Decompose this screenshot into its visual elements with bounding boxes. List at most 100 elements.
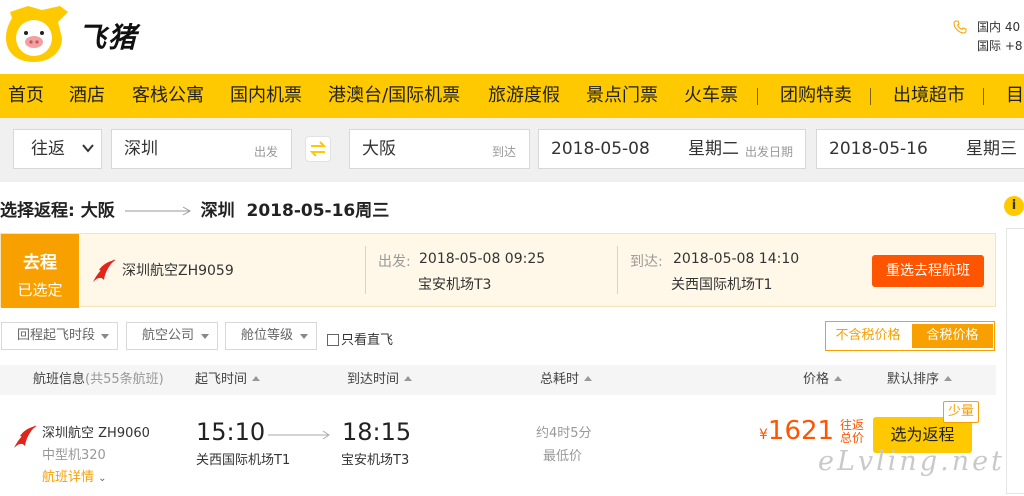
flight-depart-time: 15:10 bbox=[196, 418, 266, 446]
nav-item-home[interactable]: 首页 bbox=[8, 74, 44, 118]
divider bbox=[617, 246, 618, 294]
return-date-value: 2018-05-16 bbox=[829, 139, 928, 159]
nav-divider bbox=[757, 88, 758, 105]
nav-item-group-buy[interactable]: 团购特卖 bbox=[780, 74, 852, 118]
trip-type-select[interactable]: 往返 bbox=[13, 129, 102, 169]
selected-outbound-flight: 去程 已选定 深圳航空ZH9059 出发: 2018-05-08 09:25 宝… bbox=[0, 233, 996, 308]
depart-period-filter-label: 回程起飞时段 bbox=[17, 328, 96, 343]
from-city-hint: 出发 bbox=[254, 145, 279, 159]
flight-search-bar: 往返 深圳 出发 大阪 到达 2018-05-08 星期二 出发日期 2018-… bbox=[0, 118, 1024, 182]
tax-included-option[interactable]: 含税价格 bbox=[912, 324, 993, 348]
return-title-prefix: 选择返程: bbox=[0, 201, 75, 221]
swap-arrows-icon bbox=[309, 141, 327, 157]
col-duration-label: 总耗时 bbox=[540, 372, 580, 387]
cabin-filter-label: 舱位等级 bbox=[241, 328, 294, 343]
long-arrow-right-icon bbox=[268, 430, 330, 440]
to-city-value: 大阪 bbox=[362, 139, 396, 159]
col-default-sort-label: 默认排序 bbox=[887, 372, 940, 387]
col-flight-info-label: 航班信息 bbox=[33, 372, 86, 387]
sort-arrow-icon bbox=[834, 376, 843, 381]
flight-table-header: 航班信息(共55条航班) 起飞时间 到达时间 总耗时 价格 默认排序 bbox=[0, 365, 996, 395]
phone-icon bbox=[953, 20, 967, 34]
depart-weekday: 星期二 bbox=[688, 139, 739, 159]
col-depart-time-label: 起飞时间 bbox=[195, 372, 248, 387]
sort-arrow-icon bbox=[944, 376, 953, 381]
return-weekday: 星期三 bbox=[966, 139, 1017, 159]
depart-date-field[interactable]: 2018-05-08 星期二 出发日期 bbox=[538, 129, 806, 169]
info-icon[interactable]: i bbox=[1004, 196, 1024, 216]
flight-depart-airport: 关西国际机场T1 bbox=[196, 453, 291, 468]
col-depart-time-sort[interactable]: 起飞时间 bbox=[195, 365, 261, 395]
nav-item-inn[interactable]: 客栈公寓 bbox=[132, 74, 204, 118]
from-city-field[interactable]: 深圳 出发 bbox=[111, 129, 292, 169]
swap-cities-button[interactable] bbox=[305, 136, 331, 162]
chevron-down-icon: ⌄ bbox=[98, 473, 107, 484]
nav-item-domestic-flights[interactable]: 国内机票 bbox=[230, 74, 302, 118]
return-flight-title: 选择返程: 大阪 深圳 2018-05-16周三 bbox=[0, 196, 389, 221]
flight-count: (共55条航班) bbox=[85, 372, 164, 387]
col-price-label: 价格 bbox=[803, 372, 830, 387]
long-arrow-right-icon bbox=[124, 206, 191, 216]
flight-details-link[interactable]: 航班详情 ⌄ bbox=[42, 466, 107, 485]
flight-airline-number: 深圳航空 ZH9060 bbox=[42, 426, 150, 441]
depart-date-hint: 出发日期 bbox=[745, 145, 794, 159]
return-title-from: 大阪 bbox=[80, 201, 115, 221]
brand-name[interactable]: 飞猪 bbox=[78, 16, 138, 56]
sort-arrow-icon bbox=[404, 376, 413, 381]
depart-period-filter[interactable]: 回程起飞时段 bbox=[1, 322, 118, 350]
cabin-class-filter[interactable]: 舱位等级 bbox=[225, 322, 317, 350]
airline-filter[interactable]: 航空公司 bbox=[126, 322, 218, 350]
caret-down-icon bbox=[300, 334, 308, 339]
nav-item-train[interactable]: 火车票 bbox=[684, 74, 738, 118]
nav-divider bbox=[870, 88, 871, 105]
flight-duration: 约4时5分 bbox=[536, 426, 592, 441]
outbound-depart-time: 2018-05-08 09:25 bbox=[419, 251, 546, 267]
return-title-date: 2018-05-16周三 bbox=[246, 201, 390, 221]
feizhu-pig-logo-icon[interactable] bbox=[2, 4, 70, 64]
col-price-sort[interactable]: 价格 bbox=[803, 365, 843, 395]
col-flight-info: 航班信息(共55条航班) bbox=[33, 365, 164, 395]
tax-excluded-option[interactable]: 不含税价格 bbox=[826, 322, 910, 350]
outbound-airline-flight: 深圳航空ZH9059 bbox=[122, 263, 234, 279]
nav-item-hotel[interactable]: 酒店 bbox=[69, 74, 105, 118]
sort-arrow-icon bbox=[584, 376, 593, 381]
nav-item-tickets[interactable]: 景点门票 bbox=[586, 74, 658, 118]
col-duration-sort[interactable]: 总耗时 bbox=[540, 365, 593, 395]
nav-item-vacation[interactable]: 旅游度假 bbox=[488, 74, 560, 118]
flight-arrive-time: 18:15 bbox=[342, 418, 412, 446]
watermark: eLvling.net bbox=[818, 446, 1005, 477]
flight-aircraft-type: 中型机320 bbox=[42, 448, 106, 463]
col-default-sort[interactable]: 默认排序 bbox=[887, 365, 953, 395]
chevron-down-icon bbox=[82, 144, 94, 153]
hotline-international: 国际 +8 bbox=[977, 39, 1023, 53]
flight-price: ¥1621 bbox=[759, 416, 834, 446]
reselect-outbound-button[interactable]: 重选去程航班 bbox=[872, 255, 984, 287]
return-date-field[interactable]: 2018-05-16 星期三 bbox=[816, 129, 1024, 169]
col-arrive-time-sort[interactable]: 到达时间 bbox=[347, 365, 413, 395]
checkbox-icon[interactable] bbox=[327, 334, 339, 346]
tax-price-toggle: 不含税价格 含税价格 bbox=[825, 321, 995, 351]
from-city-value: 深圳 bbox=[124, 139, 158, 159]
side-panel-edge bbox=[1006, 228, 1024, 494]
nav-item-intl-flights[interactable]: 港澳台/国际机票 bbox=[328, 74, 460, 118]
few-seats-badge: 少量 bbox=[943, 401, 979, 423]
outbound-arrive-time: 2018-05-08 14:10 bbox=[673, 251, 800, 267]
direct-only-label: 只看直飞 bbox=[341, 333, 394, 348]
depart-date-value: 2018-05-08 bbox=[551, 139, 650, 159]
shenzhen-airlines-logo-icon bbox=[93, 259, 116, 282]
outbound-depart-airport: 宝安机场T3 bbox=[418, 277, 492, 293]
outbound-selected-tag: 去程 已选定 bbox=[1, 234, 79, 308]
direct-only-checkbox[interactable]: 只看直飞 bbox=[327, 329, 393, 348]
to-city-field[interactable]: 大阪 到达 bbox=[349, 129, 530, 169]
hotline-domestic: 国内 40 bbox=[977, 20, 1021, 34]
nav-item-destination[interactable]: 目 bbox=[1006, 74, 1024, 118]
lowest-price-tag: 最低价 bbox=[543, 449, 583, 464]
sort-arrow-icon bbox=[252, 376, 261, 381]
divider bbox=[365, 246, 366, 294]
outbound-depart-label: 出发: bbox=[378, 254, 411, 270]
flight-arrive-airport: 宝安机场T3 bbox=[341, 453, 410, 468]
caret-down-icon bbox=[101, 334, 109, 339]
price-currency: ¥ bbox=[759, 427, 768, 443]
nav-item-outbound-market[interactable]: 出境超市 bbox=[893, 74, 965, 118]
outbound-arrive-label: 到达: bbox=[630, 254, 663, 270]
